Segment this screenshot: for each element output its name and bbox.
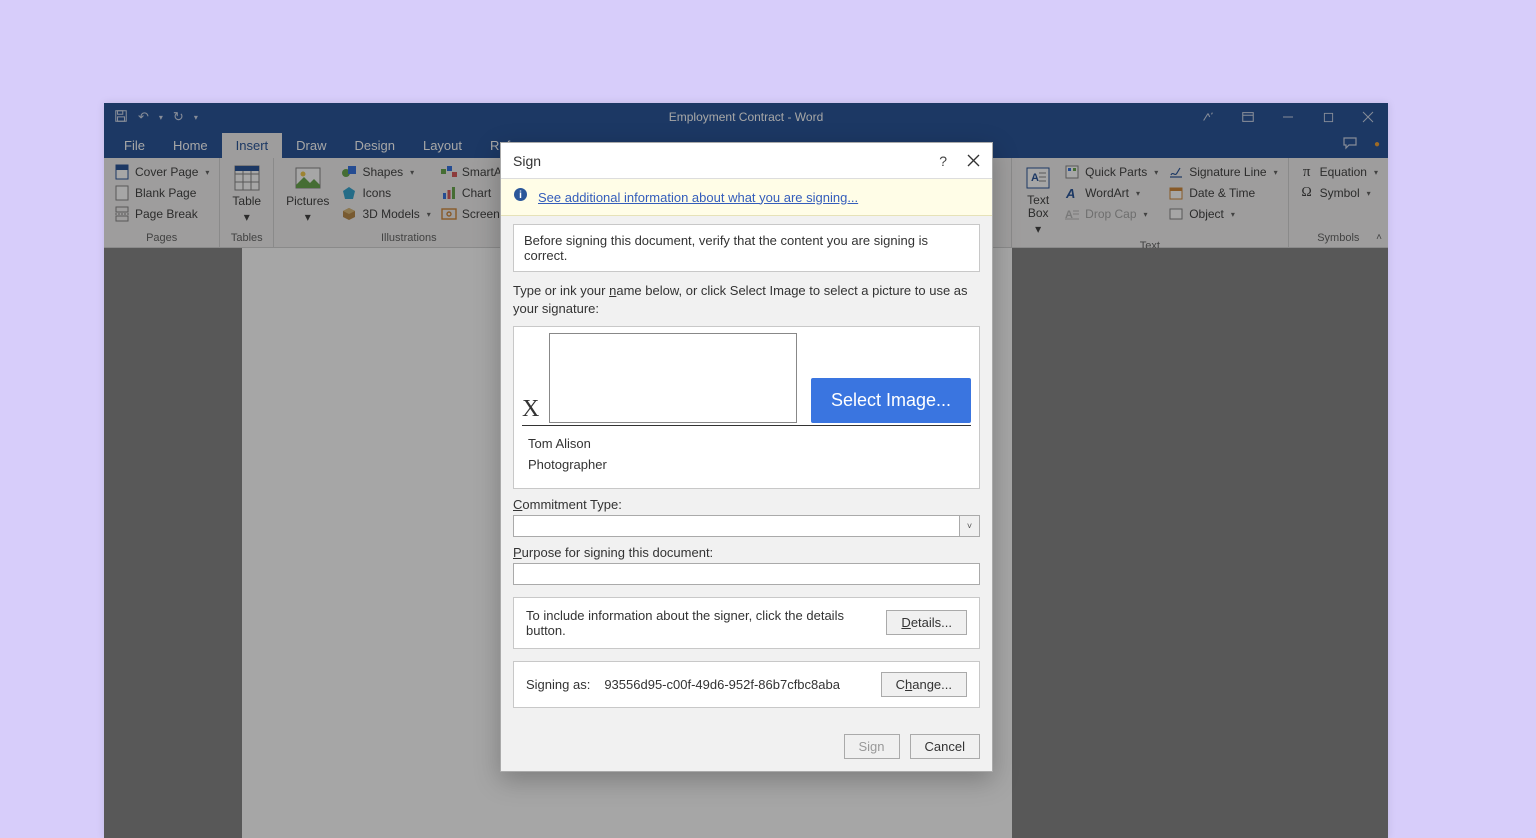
details-text: To include information about the signer,… bbox=[526, 608, 874, 638]
verify-text: Before signing this document, verify tha… bbox=[524, 233, 928, 263]
commitment-type-combo[interactable]: ˅ bbox=[513, 515, 980, 537]
signing-as-label: Signing as: bbox=[526, 677, 590, 692]
sign-dialog: Sign ? i See additional information abou… bbox=[500, 142, 993, 772]
purpose-label: Purpose for signing this document: bbox=[513, 545, 980, 560]
details-panel: To include information about the signer,… bbox=[513, 597, 980, 649]
select-image-button[interactable]: Select Image... bbox=[811, 378, 971, 423]
combo-dropdown-icon[interactable]: ˅ bbox=[960, 515, 980, 537]
signing-as-panel: Signing as: 93556d95-c00f-49d6-952f-86b7… bbox=[513, 661, 980, 708]
commitment-label: Commitment Type: bbox=[513, 497, 980, 512]
signer-name: Tom Alison bbox=[528, 434, 965, 455]
svg-text:i: i bbox=[519, 190, 522, 201]
help-button[interactable]: ? bbox=[939, 153, 947, 169]
cancel-button[interactable]: Cancel bbox=[910, 734, 980, 759]
dialog-close-button[interactable] bbox=[967, 154, 980, 167]
details-button[interactable]: Details... bbox=[886, 610, 967, 635]
commitment-type-input[interactable] bbox=[513, 515, 960, 537]
info-banner: i See additional information about what … bbox=[501, 179, 992, 216]
signature-hint: Type or ink your name below, or click Se… bbox=[513, 282, 980, 318]
signature-canvas[interactable] bbox=[549, 333, 797, 423]
dialog-title: Sign bbox=[513, 153, 541, 169]
dialog-titlebar: Sign ? bbox=[501, 143, 992, 179]
signature-area: X Select Image... Tom Alison Photographe… bbox=[513, 326, 980, 489]
signer-role: Photographer bbox=[528, 455, 965, 476]
change-button[interactable]: Change... bbox=[881, 672, 967, 697]
signature-x-label: X bbox=[522, 396, 539, 423]
dialog-footer: Sign Cancel bbox=[501, 720, 992, 771]
verify-panel: Before signing this document, verify tha… bbox=[513, 224, 980, 272]
purpose-input[interactable] bbox=[513, 563, 980, 585]
info-icon: i bbox=[513, 187, 528, 207]
signing-as-value: 93556d95-c00f-49d6-952f-86b7cfbc8aba bbox=[604, 677, 840, 692]
sign-button[interactable]: Sign bbox=[844, 734, 900, 759]
additional-info-link[interactable]: See additional information about what yo… bbox=[538, 190, 858, 205]
